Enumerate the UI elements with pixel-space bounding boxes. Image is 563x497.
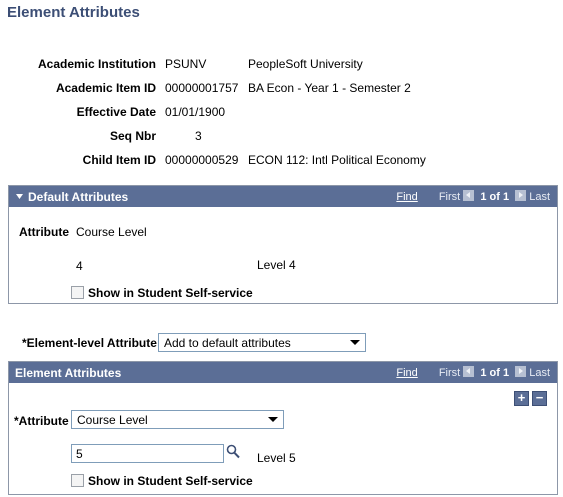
self-service-checkbox[interactable] <box>71 474 84 487</box>
self-service-checkbox[interactable] <box>71 286 84 299</box>
prev-arrow-icon[interactable] <box>463 366 475 377</box>
row-range: 1 of 1 <box>480 367 510 379</box>
last-link: Last <box>529 367 550 379</box>
seq-nbr-label: Seq Nbr <box>109 129 156 143</box>
child-item-code: 00000000529 <box>165 153 239 167</box>
find-link[interactable]: Find <box>396 367 417 379</box>
element-attributes-title: Element Attributes <box>15 366 122 380</box>
child-item-label: Child Item ID <box>82 153 156 167</box>
effective-date-label: Effective Date <box>76 105 156 119</box>
attribute-label: *Attribute <box>14 414 69 428</box>
seq-nbr-value: 3 <box>195 129 202 143</box>
next-arrow-icon[interactable] <box>515 366 527 377</box>
default-attributes-nav: Find First 1 of 1 Last <box>396 190 550 203</box>
attribute-label: Attribute <box>19 225 69 239</box>
find-link[interactable]: Find <box>396 191 417 203</box>
page-title: Element Attributes <box>7 4 140 21</box>
next-arrow-icon[interactable] <box>515 190 527 201</box>
self-service-label: Show in Student Self-service <box>88 474 253 488</box>
chevron-down-icon <box>268 417 278 422</box>
element-attributes-panel: Element Attributes Find First 1 of 1 Las… <box>8 361 558 495</box>
institution-label: Academic Institution <box>37 57 156 71</box>
attribute-value-desc: Level 4 <box>257 258 296 272</box>
element-attributes-nav: Find First 1 of 1 Last <box>396 366 550 379</box>
attribute-select[interactable]: Course Level <box>71 410 284 429</box>
effective-date-value: 01/01/1900 <box>165 105 226 119</box>
default-attributes-title[interactable]: Default Attributes <box>28 190 128 204</box>
element-level-select[interactable]: Add to default attributes <box>158 333 366 352</box>
attribute-value-code: 4 <box>76 259 83 273</box>
row-range: 1 of 1 <box>480 191 510 203</box>
academic-item-code: 00000001757 <box>165 81 239 95</box>
add-row-button[interactable]: + <box>514 391 529 406</box>
element-level-label: *Element-level Attribute <box>22 336 157 350</box>
first-link: First <box>438 367 461 379</box>
attribute-value-input-text: 5 <box>76 447 83 461</box>
attribute-value: Course Level <box>76 225 147 239</box>
academic-item-label: Academic Item ID <box>55 81 156 95</box>
element-level-selected: Add to default attributes <box>164 336 291 350</box>
delete-row-button[interactable]: − <box>532 391 547 406</box>
element-attributes-header: Element Attributes Find First 1 of 1 Las… <box>9 362 557 383</box>
prev-arrow-icon[interactable] <box>463 190 475 201</box>
chevron-down-icon <box>350 340 360 345</box>
collapse-icon[interactable] <box>15 190 24 204</box>
last-link: Last <box>529 191 550 203</box>
magnifier-icon[interactable] <box>226 444 240 462</box>
attribute-value-input[interactable]: 5 <box>71 444 224 463</box>
academic-item-desc: BA Econ - Year 1 - Semester 2 <box>248 81 411 95</box>
institution-desc: PeopleSoft University <box>248 57 363 71</box>
attribute-selected: Course Level <box>77 413 148 427</box>
default-attributes-panel: Default Attributes Find First 1 of 1 Las… <box>8 185 558 304</box>
default-attributes-header: Default Attributes Find First 1 of 1 Las… <box>9 186 557 207</box>
institution-code: PSUNV <box>165 57 207 71</box>
attribute-value-desc: Level 5 <box>257 451 296 465</box>
self-service-label: Show in Student Self-service <box>88 286 253 300</box>
child-item-desc: ECON 112: Intl Political Economy <box>248 153 426 167</box>
first-link: First <box>438 191 461 203</box>
